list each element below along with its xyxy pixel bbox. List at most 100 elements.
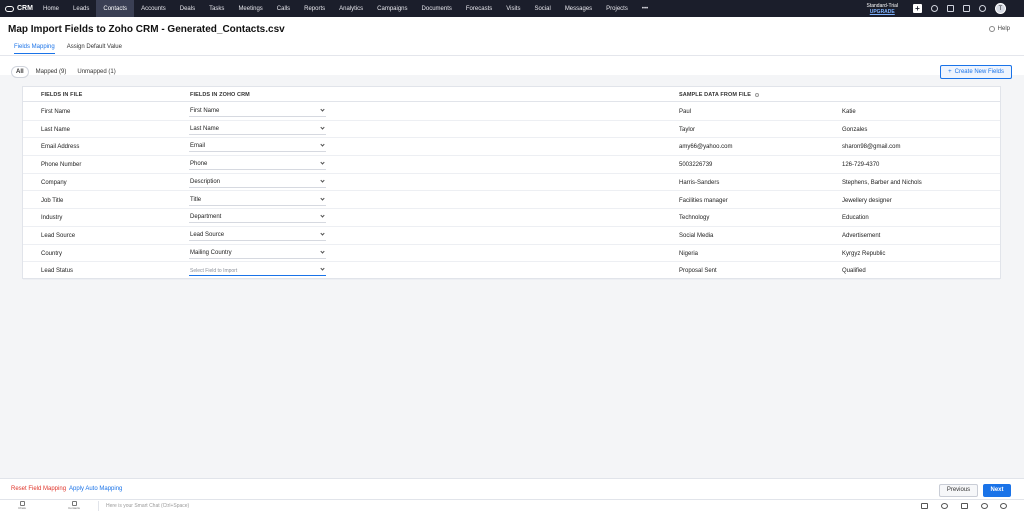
table-row: Job Title Title Facilities manager Jeweller… — [23, 192, 1000, 210]
nav-item-social[interactable]: Social — [527, 0, 557, 17]
crm-field-select[interactable]: Department — [189, 211, 326, 224]
filter-all[interactable]: All — [11, 66, 29, 78]
table-row: Country Mailing Country Nigeria Kyrgyz Repu… — [23, 245, 1000, 263]
nav-item-messages[interactable]: Messages — [558, 0, 599, 17]
create-new-fields-button[interactable]: + Create New Fields — [940, 65, 1012, 79]
crm-field-select[interactable]: Phone — [189, 158, 326, 171]
upgrade-link[interactable]: UPGRADE — [867, 9, 899, 15]
nav-item-accounts[interactable]: Accounts — [134, 0, 173, 17]
nav-right: Standard-Trial UPGRADE + T — [867, 0, 1006, 17]
reminder-icon[interactable] — [941, 503, 948, 509]
trial-badge[interactable]: Standard-Trial UPGRADE — [867, 3, 899, 15]
settings-icon[interactable] — [979, 5, 986, 12]
nav-item-home[interactable]: Home — [36, 0, 66, 17]
nav-item-deals[interactable]: Deals — [173, 0, 202, 17]
sample-value-2: Kyrgyz Republic — [842, 250, 886, 257]
smart-chat-input[interactable]: Here is your Smart Chat (Ctrl+Space) — [106, 503, 189, 509]
crm-field-value: Lead Source — [190, 231, 225, 238]
contacts-shortcut[interactable]: Contacts — [67, 501, 81, 510]
chevron-down-icon — [320, 178, 325, 183]
crm-field-value: Title — [190, 196, 202, 203]
filter-mapped[interactable]: Mapped (9) — [32, 67, 71, 77]
crm-field-select[interactable]: Description — [189, 176, 326, 188]
apply-auto-mapping-link[interactable]: Apply Auto Mapping — [69, 486, 122, 492]
chevron-down-icon — [320, 231, 325, 236]
crm-field-select[interactable]: Email — [189, 140, 326, 153]
table-row: Phone Number Phone 5003226739 126-729-4370 — [23, 156, 1000, 174]
tab-fields-mapping[interactable]: Fields Mapping — [14, 44, 55, 54]
sample-value-1: Facilities manager — [679, 197, 728, 204]
page-header: Map Import Fields to Zoho CRM - Generate… — [0, 17, 1024, 75]
plus-icon[interactable]: + — [913, 4, 922, 13]
next-button[interactable]: Next — [983, 484, 1011, 497]
table-row: Industry Department Technology Education — [23, 209, 1000, 227]
sample-value-2: Qualified — [842, 268, 866, 275]
alarm-icon[interactable] — [961, 503, 968, 509]
nav-item-reports[interactable]: Reports — [297, 0, 332, 17]
sample-value-1: Harris-Sanders — [679, 179, 720, 186]
reset-field-mapping-link[interactable]: Reset Field Mapping — [11, 486, 66, 492]
previous-button[interactable]: Previous — [939, 484, 978, 497]
nav-item-forecasts[interactable]: Forecasts — [459, 0, 499, 17]
tab-assign-default-value[interactable]: Assign Default Value — [67, 44, 122, 54]
sample-value-2: sharon98@gmail.com — [842, 144, 901, 151]
nav-item-visits[interactable]: Visits — [499, 0, 527, 17]
crm-logo-icon — [5, 5, 14, 12]
top-nav: CRM Home Leads Contacts Accounts Deals Tasks M… — [0, 0, 1024, 17]
help-link[interactable]: Help — [988, 26, 1010, 32]
contacts-label: Contacts — [68, 506, 80, 510]
nav-item-campaigns[interactable]: Campaigns — [370, 0, 414, 17]
filter-unmapped[interactable]: Unmapped (1) — [73, 67, 119, 77]
file-field-name: Lead Source — [41, 232, 76, 239]
feeds-icon[interactable] — [947, 5, 954, 12]
sample-value-2: 126-729-4370 — [842, 162, 880, 169]
nav-item-projects[interactable]: Projects — [599, 0, 635, 17]
table-row: Last Name Last Name Taylor Gonzales — [23, 121, 1000, 139]
history-icon[interactable] — [981, 503, 988, 509]
crm-field-value: Email — [190, 143, 206, 150]
sample-value-2: Katie — [842, 109, 856, 115]
chevron-down-icon — [320, 107, 325, 112]
table-row: Email Address Email amy66@yahoo.com sharon9… — [23, 138, 1000, 157]
chevron-down-icon — [320, 195, 325, 201]
chevron-down-icon — [320, 125, 325, 130]
avatar[interactable]: T — [995, 3, 1006, 14]
chevron-down-icon — [320, 160, 325, 165]
tabs: Fields Mapping Assign Default Value — [14, 44, 122, 54]
calendar-icon[interactable] — [963, 5, 970, 12]
chevron-down-icon — [320, 248, 325, 254]
nav-item-calls[interactable]: Calls — [270, 0, 297, 17]
nav-item-contacts[interactable]: Contacts — [96, 0, 135, 17]
file-field-name: First Name — [41, 109, 71, 115]
nav-item-meetings[interactable]: Meetings — [231, 0, 269, 17]
crm-field-value: Phone — [190, 161, 208, 168]
header-fields-in-file: FIELDS IN FILE — [41, 92, 83, 98]
trial-label: Standard-Trial — [866, 2, 899, 9]
crm-field-select[interactable]: Select Field to Import — [189, 264, 326, 277]
mapping-table: FIELDS IN FILE FIELDS IN ZOHO CRM SAMPLE… — [22, 86, 1001, 280]
crm-field-value: Description — [190, 178, 221, 185]
crm-field-select[interactable]: Last Name — [189, 123, 326, 135]
action-footer: Reset Field Mapping Apply Auto Mapping P… — [0, 478, 1024, 499]
crm-field-select[interactable]: Lead Source — [189, 229, 326, 241]
sample-value-1: Technology — [679, 215, 710, 222]
nav-item-documents[interactable]: Documents — [415, 0, 459, 17]
nav-item-leads[interactable]: Leads — [66, 0, 96, 17]
brand-label: CRM — [17, 5, 33, 12]
file-field-name: Phone Number — [41, 162, 82, 169]
search-icon[interactable] — [931, 5, 938, 12]
announcement-icon[interactable] — [921, 503, 928, 509]
plus-icon: + — [948, 69, 952, 75]
sample-value-2: Gonzales — [842, 126, 868, 133]
nav-item-more[interactable]: ••• — [635, 0, 655, 17]
nav-item-analytics[interactable]: Analytics — [332, 0, 370, 17]
nav-item-tasks[interactable]: Tasks — [202, 0, 231, 17]
crm-field-select[interactable]: Mailing Country — [189, 247, 326, 259]
help-label: Help — [997, 26, 1010, 32]
crm-field-select[interactable]: Title — [189, 194, 326, 206]
crm-field-select[interactable]: First Name — [189, 105, 326, 117]
zia-icon[interactable] — [1000, 503, 1007, 509]
chats-shortcut[interactable]: Chats — [15, 501, 29, 510]
table-row: Lead Status Select Field to Import Proposa… — [23, 262, 1000, 280]
crm-logo[interactable]: CRM — [0, 5, 36, 12]
